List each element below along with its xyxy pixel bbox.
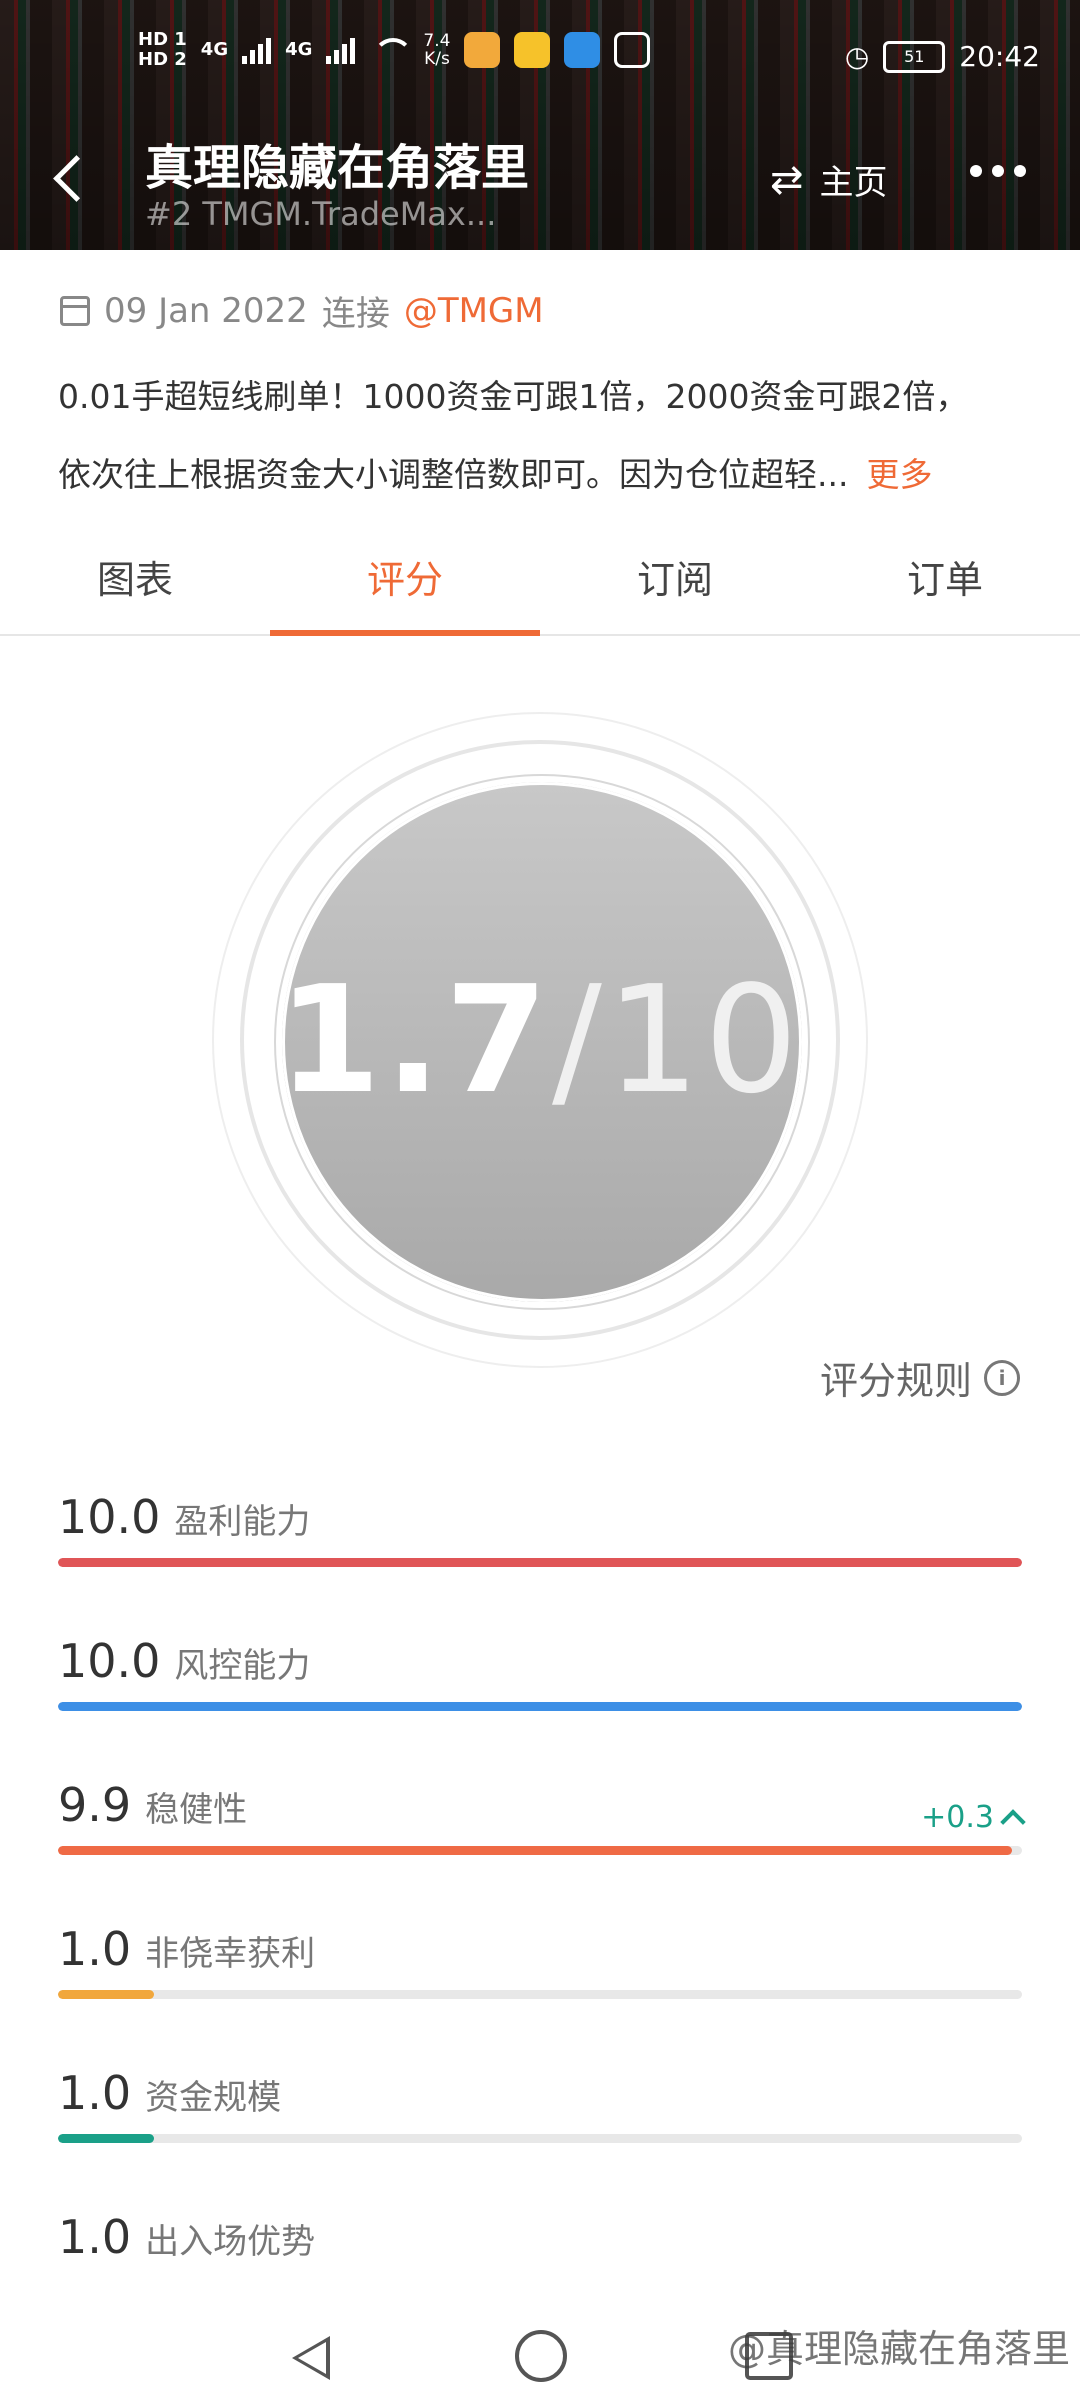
tab-subscribe[interactable]: 订阅 bbox=[540, 520, 810, 634]
chevron-up-icon bbox=[1000, 1808, 1026, 1835]
metric-bar bbox=[58, 1846, 1013, 1855]
description-line-2: 依次往上根据资金大小调整倍数即可。因为仓位超轻... 更多 bbox=[58, 436, 1028, 514]
metric-name: 非侥幸获利 bbox=[145, 1934, 316, 1974]
description-line: 0.01手超短线刷单！1000资金可跟1倍，2000资金可跟2倍， bbox=[58, 377, 969, 416]
dot-icon bbox=[992, 165, 1004, 177]
metric-value: 10.0 bbox=[58, 1490, 161, 1544]
metric-bar bbox=[58, 1990, 155, 1999]
metric-row-capital-scale: 1.0 资金规模 bbox=[58, 2066, 1022, 2166]
metric-row-non-luck: 1.0 非侥幸获利 bbox=[58, 1922, 1022, 2022]
metric-track bbox=[58, 2134, 1022, 2143]
clock: 20:42 bbox=[959, 40, 1040, 73]
description: 0.01手超短线刷单！1000资金可跟1倍，2000资金可跟2倍， 依次往上根据… bbox=[58, 358, 1028, 514]
browser-icon bbox=[564, 32, 601, 68]
metric-value: 9.9 bbox=[58, 1778, 132, 1832]
screenshot-icon bbox=[614, 32, 651, 68]
sim1-label: HD 1 bbox=[138, 29, 187, 50]
home-label: 主页 bbox=[819, 163, 888, 203]
score-rules-link[interactable]: 评分规则 i bbox=[820, 1350, 1020, 1405]
calendar-icon bbox=[60, 295, 90, 326]
score-denominator: /10 bbox=[552, 954, 803, 1126]
score-display: 1.7/10 bbox=[212, 712, 868, 1368]
tab-score[interactable]: 评分 bbox=[270, 520, 540, 636]
metric-track bbox=[58, 1558, 1022, 1567]
status-bar: HD 1 HD 2 4G 4G 7.4 K/s ◷ 51 20:42 bbox=[0, 0, 1080, 100]
signal-icon bbox=[326, 36, 356, 64]
metric-track bbox=[58, 1702, 1022, 1711]
network-speed: 7.4 K/s bbox=[423, 32, 450, 68]
header-banner: HD 1 HD 2 4G 4G 7.4 K/s ◷ 51 20:42 真理隐藏在… bbox=[0, 0, 1080, 250]
delta-value: +0.3 bbox=[921, 1800, 994, 1835]
score-dial: 1.7/10 bbox=[212, 712, 868, 1368]
metric-value: 1.0 bbox=[58, 2066, 132, 2120]
swap-icon: ⇄ bbox=[770, 156, 804, 203]
metric-bar bbox=[58, 2134, 155, 2143]
metric-track bbox=[58, 1990, 1022, 1999]
home-button[interactable]: ⇄ 主页 bbox=[770, 155, 888, 204]
score-value: 1.7 bbox=[277, 954, 552, 1126]
metric-row-stability: 9.9 稳健性 +0.3 bbox=[58, 1778, 1026, 1878]
connect-label: 连接 bbox=[321, 294, 390, 334]
broker-link[interactable]: @TMGM bbox=[404, 291, 544, 331]
watermark-text: @真理隐藏在角落里 bbox=[727, 2327, 1070, 2371]
nav-home-icon[interactable] bbox=[515, 2330, 567, 2382]
metric-row-risk-control: 10.0 风控能力 bbox=[58, 1634, 1022, 1734]
metric-name: 出入场优势 bbox=[145, 2222, 316, 2262]
dot-icon bbox=[1014, 165, 1026, 177]
metric-name: 风控能力 bbox=[174, 1646, 311, 1686]
dot-icon bbox=[970, 165, 982, 177]
watermark: @真理隐藏在角落里 bbox=[728, 2318, 1070, 2373]
sim2-label: HD 2 bbox=[138, 49, 187, 70]
metric-delta: +0.3 bbox=[921, 1800, 1026, 1835]
metric-bar bbox=[58, 1702, 1022, 1711]
network-label-2: 4G bbox=[285, 39, 313, 60]
description-text: 依次往上根据资金大小调整倍数即可。因为仓位超轻... bbox=[58, 455, 849, 494]
wifi-icon bbox=[369, 36, 414, 64]
metric-name: 稳健性 bbox=[145, 1790, 248, 1830]
tab-chart[interactable]: 图表 bbox=[0, 520, 270, 634]
network-speed-unit: K/s bbox=[424, 49, 450, 69]
app-notification-icon bbox=[464, 32, 501, 68]
info-icon: i bbox=[984, 1359, 1020, 1396]
mail-icon bbox=[514, 32, 551, 68]
metric-value: 10.0 bbox=[58, 1634, 161, 1688]
tab-orders[interactable]: 订单 bbox=[810, 520, 1080, 634]
nav-back-icon[interactable] bbox=[292, 2336, 330, 2380]
network-label-1: 4G bbox=[200, 39, 229, 60]
metric-name: 资金规模 bbox=[145, 2078, 282, 2118]
score-rules-label: 评分规则 bbox=[819, 1359, 972, 1403]
signal-meta: 09 Jan 2022 连接 @TMGM bbox=[60, 286, 544, 335]
metric-row-entry-exit: 1.0 出入场优势 bbox=[58, 2210, 1022, 2310]
metric-name: 盈利能力 bbox=[174, 1502, 311, 1542]
more-menu-button[interactable] bbox=[970, 165, 1026, 177]
battery-icon: 51 bbox=[883, 40, 946, 73]
page-title: 真理隐藏在角落里 bbox=[145, 140, 530, 196]
signal-icon bbox=[242, 36, 272, 64]
metric-track bbox=[58, 1846, 1022, 1855]
metric-value: 1.0 bbox=[58, 2210, 132, 2264]
more-link[interactable]: 更多 bbox=[866, 455, 932, 494]
start-date: 09 Jan 2022 bbox=[104, 290, 308, 331]
tab-bar: 图表 评分 订阅 订单 bbox=[0, 520, 1080, 636]
alarm-icon: ◷ bbox=[844, 40, 870, 73]
metric-value: 1.0 bbox=[58, 1922, 132, 1976]
account-subtitle: #2 TMGM.TradeMax... bbox=[145, 195, 497, 233]
metric-row-profitability: 10.0 盈利能力 bbox=[58, 1490, 1022, 1590]
back-button[interactable] bbox=[50, 150, 90, 210]
network-speed-value: 7.4 bbox=[423, 31, 451, 51]
system-nav-bar: @真理隐藏在角落里 bbox=[0, 2300, 1080, 2400]
metric-bar bbox=[58, 1558, 1022, 1567]
